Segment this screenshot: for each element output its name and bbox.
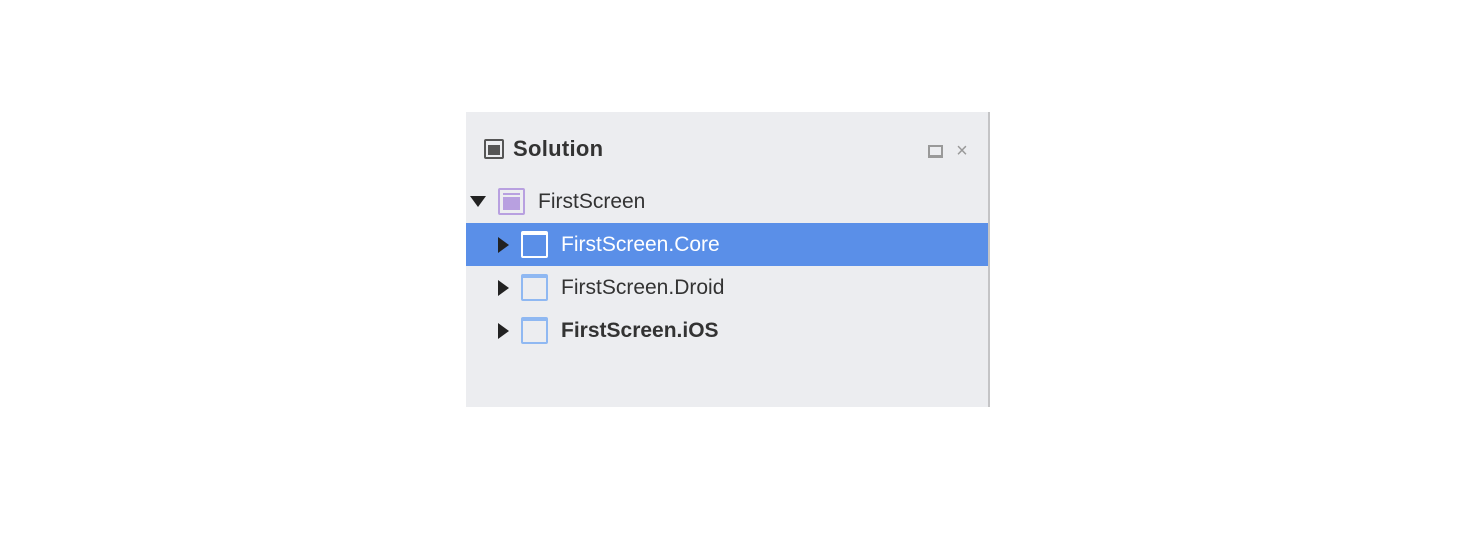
close-icon[interactable]: × xyxy=(954,141,970,161)
tree-item-label: FirstScreen.Core xyxy=(561,232,720,256)
tree-item-label: FirstScreen.iOS xyxy=(561,318,719,342)
solution-pad-icon xyxy=(484,139,504,159)
tree-item-project[interactable]: FirstScreen.Core xyxy=(466,223,988,266)
collapsed-arrow-icon[interactable] xyxy=(498,236,509,253)
solution-panel: Solution × FirstScreen FirstScreen.Core … xyxy=(466,112,990,407)
tree-item-label: FirstScreen xyxy=(538,189,646,213)
project-icon xyxy=(521,231,548,258)
tree-item-project[interactable]: FirstScreen.iOS xyxy=(466,309,988,352)
project-icon xyxy=(521,274,548,301)
panel-title: Solution xyxy=(513,136,604,161)
panel-header: Solution xyxy=(484,136,603,162)
expanded-arrow-icon[interactable] xyxy=(470,196,486,207)
collapsed-arrow-icon[interactable] xyxy=(498,279,509,296)
tree-item-solution[interactable]: FirstScreen xyxy=(466,180,988,223)
collapsed-arrow-icon[interactable] xyxy=(498,322,509,339)
maximize-icon[interactable] xyxy=(928,145,943,158)
solution-icon xyxy=(498,188,525,215)
tree-item-label: FirstScreen.Droid xyxy=(561,275,725,299)
tree-item-project[interactable]: FirstScreen.Droid xyxy=(466,266,988,309)
project-icon xyxy=(521,317,548,344)
